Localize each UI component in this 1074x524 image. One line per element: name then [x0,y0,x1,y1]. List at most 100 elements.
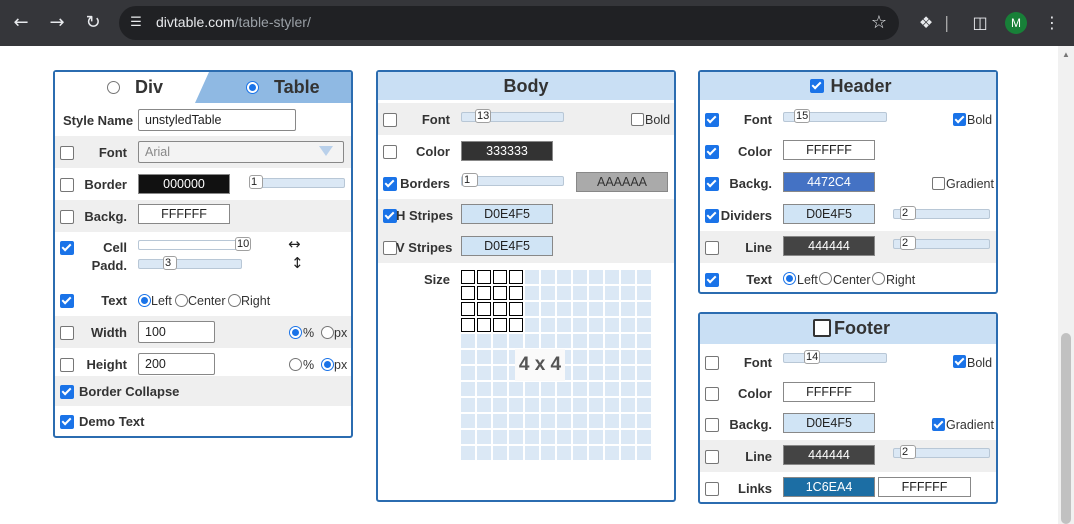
scrollbar-thumb[interactable] [1061,333,1071,524]
size-grid-cell[interactable] [637,414,651,428]
size-grid-cell[interactable] [621,382,635,396]
size-grid-cell[interactable] [461,286,475,300]
tab-table[interactable]: Table [195,72,351,103]
font-select[interactable]: Arial [138,141,344,163]
header-color-swatch[interactable]: FFFFFF [783,140,875,160]
url-text[interactable]: divtable.com/table-styler/ [156,14,311,30]
footer-enable-checkbox[interactable] [813,319,831,337]
width-px-radio[interactable] [321,326,334,339]
size-grid-cell[interactable] [573,302,587,316]
text-checkbox[interactable] [60,294,74,308]
size-grid-cell[interactable] [557,318,571,332]
header-line-slider[interactable]: 2 [893,236,990,250]
size-grid-cell[interactable] [493,398,507,412]
puzzle-icon[interactable]: ❖ [914,11,938,35]
size-grid-cell[interactable] [605,382,619,396]
footer-font-checkbox[interactable] [705,356,719,370]
size-grid-cell[interactable] [525,318,539,332]
size-grid-cell[interactable] [621,302,635,316]
footer-backg-swatch[interactable]: D0E4F5 [783,413,875,433]
size-grid-cell[interactable] [509,398,523,412]
footer-bold-checkbox[interactable] [953,355,966,368]
footer-links-color-swatch[interactable]: 1C6EA4 [783,477,875,497]
size-grid-cell[interactable] [525,334,539,348]
size-grid-cell[interactable] [493,430,507,444]
header-align-left-radio[interactable] [783,272,796,285]
border-color-swatch[interactable]: 000000 [138,174,230,194]
size-grid-cell[interactable] [557,286,571,300]
header-backg-swatch[interactable]: 4472C4 [783,172,875,192]
div-radio[interactable] [107,81,120,94]
header-align-right-radio[interactable] [872,272,885,285]
footer-line-slider[interactable]: 2 [893,445,990,459]
size-grid-cell[interactable] [461,270,475,284]
size-grid-cell[interactable] [605,366,619,380]
size-grid-cell[interactable] [493,414,507,428]
size-grid-cell[interactable] [541,270,555,284]
size-grid-cell[interactable] [621,430,635,444]
size-grid-cell[interactable] [621,318,635,332]
size-grid-cell[interactable] [573,446,587,460]
size-grid-cell[interactable] [589,334,603,348]
size-grid-cell[interactable] [461,430,475,444]
footer-line-swatch[interactable]: 444444 [783,445,875,465]
chevron-down-icon[interactable] [319,146,333,156]
footer-font-thumb[interactable]: 14 [804,350,820,364]
size-grid-cell[interactable] [541,446,555,460]
size-grid-cell[interactable] [461,366,475,380]
tune-icon[interactable]: ☰ [127,14,145,32]
size-grid-cell[interactable] [605,286,619,300]
reload-icon[interactable]: ↻ [79,9,107,37]
size-grid-cell[interactable] [637,350,651,364]
demo-text-checkbox[interactable] [60,415,74,429]
size-grid-cell[interactable] [541,318,555,332]
body-hstripes-checkbox[interactable] [383,209,397,223]
size-grid-cell[interactable] [589,446,603,460]
backg-color-swatch[interactable]: FFFFFF [138,204,230,224]
size-grid-cell[interactable] [621,350,635,364]
body-color-swatch[interactable]: 333333 [461,141,553,161]
footer-gradient-checkbox[interactable] [932,418,945,431]
size-grid-cell[interactable] [493,334,507,348]
body-vstripes-swatch[interactable]: D0E4F5 [461,236,553,256]
cell-checkbox[interactable] [60,241,74,255]
size-grid-cell[interactable] [493,446,507,460]
size-grid-cell[interactable] [573,366,587,380]
size-grid-cell[interactable] [477,350,491,364]
size-grid-cell[interactable] [621,366,635,380]
size-grid-cell[interactable] [589,430,603,444]
size-grid-cell[interactable] [493,318,507,332]
size-grid-cell[interactable] [541,414,555,428]
border-width-thumb[interactable]: 1 [249,175,263,189]
style-name-input[interactable]: unstyledTable [138,109,296,131]
body-font-thumb[interactable]: 13 [475,109,491,123]
size-grid-cell[interactable] [621,286,635,300]
size-grid-cell[interactable] [493,382,507,396]
size-grid-cell[interactable] [621,414,635,428]
cell-spacing-thumb[interactable]: 10 [235,237,251,251]
size-grid-cell[interactable] [605,270,619,284]
header-color-checkbox[interactable] [705,145,719,159]
header-dividers-thumb[interactable]: 2 [900,206,916,220]
size-grid-cell[interactable] [557,446,571,460]
size-grid-cell[interactable] [589,318,603,332]
footer-line-checkbox[interactable] [705,450,719,464]
header-backg-checkbox[interactable] [705,177,719,191]
size-grid-cell[interactable] [605,318,619,332]
size-grid-cell[interactable] [541,302,555,316]
size-grid-cell[interactable] [477,414,491,428]
size-grid-cell[interactable] [461,302,475,316]
size-grid-cell[interactable] [461,350,475,364]
kebab-menu-icon[interactable]: ⋮ [1040,11,1064,35]
size-grid-cell[interactable] [589,414,603,428]
star-icon[interactable]: ☆ [871,12,887,33]
size-grid-cell[interactable] [557,414,571,428]
size-grid-cell[interactable] [589,382,603,396]
size-grid-cell[interactable] [589,350,603,364]
footer-backg-checkbox[interactable] [705,418,719,432]
body-vstripes-checkbox[interactable] [383,241,397,255]
size-grid-cell[interactable] [573,414,587,428]
footer-font-slider[interactable]: 14 [783,350,887,364]
border-width-slider[interactable]: 1 [249,175,345,189]
body-bold-checkbox[interactable] [631,113,644,126]
